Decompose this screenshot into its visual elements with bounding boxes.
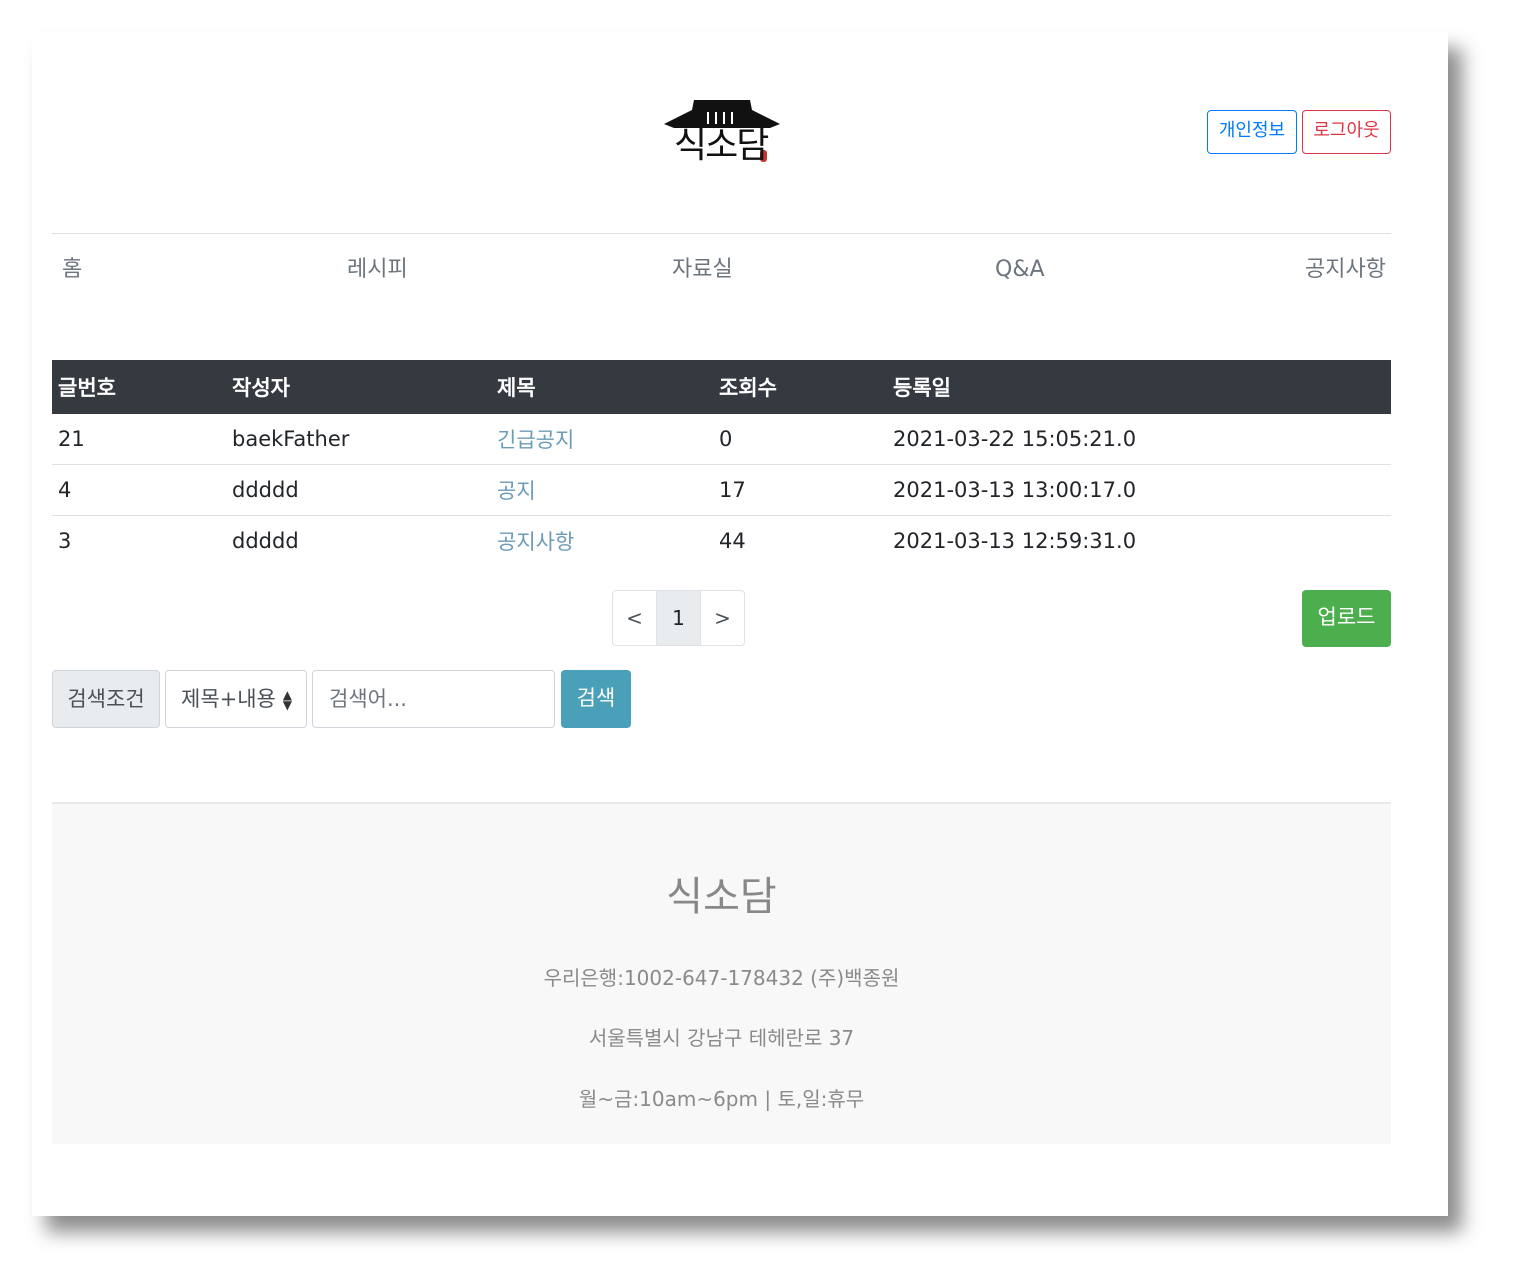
post-title-link[interactable]: 공지사항 [497,530,574,554]
search-type-value: 제목+내용 [181,687,276,711]
footer-address: 서울특별시 강남구 테헤란로 37 [588,1026,855,1050]
table-row: 4 ddddd 공지 17 2021-03-13 13:00:17.0 [52,464,1391,516]
page-frame: 식소담 개인정보 로그아웃 홈 레시피 자료실 Q&A 공지사항 글번호 작성자… [32,32,1448,1216]
search-condition-label: 검색조건 [52,670,160,728]
cell-writer: ddddd [226,464,491,516]
select-updown-icon: ▲ ▼ [282,688,292,712]
post-title-link[interactable]: 긴급공지 [497,428,574,452]
search-type-select[interactable]: 제목+내용 ▲ ▼ [165,670,307,728]
cell-no: 21 [52,414,226,465]
next-page-button[interactable]: > [701,591,744,645]
prev-page-button[interactable]: < [613,591,656,645]
cell-no: 3 [58,529,72,553]
footer-brand: 식소담 [666,874,777,920]
pagination: < 1 > [612,590,745,646]
nav-qna[interactable]: Q&A [995,248,1045,292]
table-header-row: 글번호 작성자 제목 조회수 등록일 [52,360,1391,414]
post-title-link[interactable]: 공지 [497,479,536,503]
col-header-date: 등록일 [893,376,951,400]
personal-info-button[interactable]: 개인정보 [1207,110,1297,154]
cell-views: 0 [713,414,887,465]
nav-home[interactable]: 홈 [62,248,82,292]
notice-table: 글번호 작성자 제목 조회수 등록일 21 baekFather 긴급공지 0 … [52,360,1391,566]
logout-button[interactable]: 로그아웃 [1302,110,1391,154]
footer: 식소담 우리은행:1002-647-178432 (주)백종원 서울특별시 강남… [52,802,1391,1144]
cell-date: 2021-03-13 12:59:31.0 [893,529,1137,553]
col-header-no: 글번호 [58,376,116,400]
cell-no: 4 [52,464,226,516]
footer-account: 우리은행:1002-647-178432 (주)백종원 [543,966,900,990]
table-row: 21 baekFather 긴급공지 0 2021-03-22 15:05:21… [52,414,1391,465]
nav-archive[interactable]: 자료실 [672,248,733,292]
cell-writer: ddddd [232,529,299,553]
search-input[interactable]: 검색어... [312,670,555,728]
table-row: 3 ddddd 공지사항 44 2021-03-13 12:59:31.0 [52,516,1391,567]
upload-button[interactable]: 업로드 [1302,590,1391,647]
cell-writer: baekFather [226,414,491,465]
col-header-views: 조회수 [719,376,777,400]
cell-views: 44 [719,529,746,553]
col-header-title: 제목 [497,376,536,400]
cell-date: 2021-03-13 13:00:17.0 [887,464,1391,516]
header-divider [52,233,1391,234]
footer-hours: 월~금:10am~6pm | 토,일:휴무 [578,1087,865,1111]
page-1-button[interactable]: 1 [656,591,701,645]
site-logo[interactable]: 식소담 [660,94,784,178]
col-header-writer: 작성자 [232,376,290,400]
logo-text: 식소담 [674,125,769,166]
cell-date: 2021-03-22 15:05:21.0 [887,414,1391,465]
nav-recipe[interactable]: 레시피 [347,248,408,292]
search-button[interactable]: 검색 [561,670,631,728]
main-nav: 홈 레시피 자료실 Q&A 공지사항 [52,248,1391,292]
nav-notice[interactable]: 공지사항 [1305,248,1386,292]
cell-views: 17 [713,464,887,516]
